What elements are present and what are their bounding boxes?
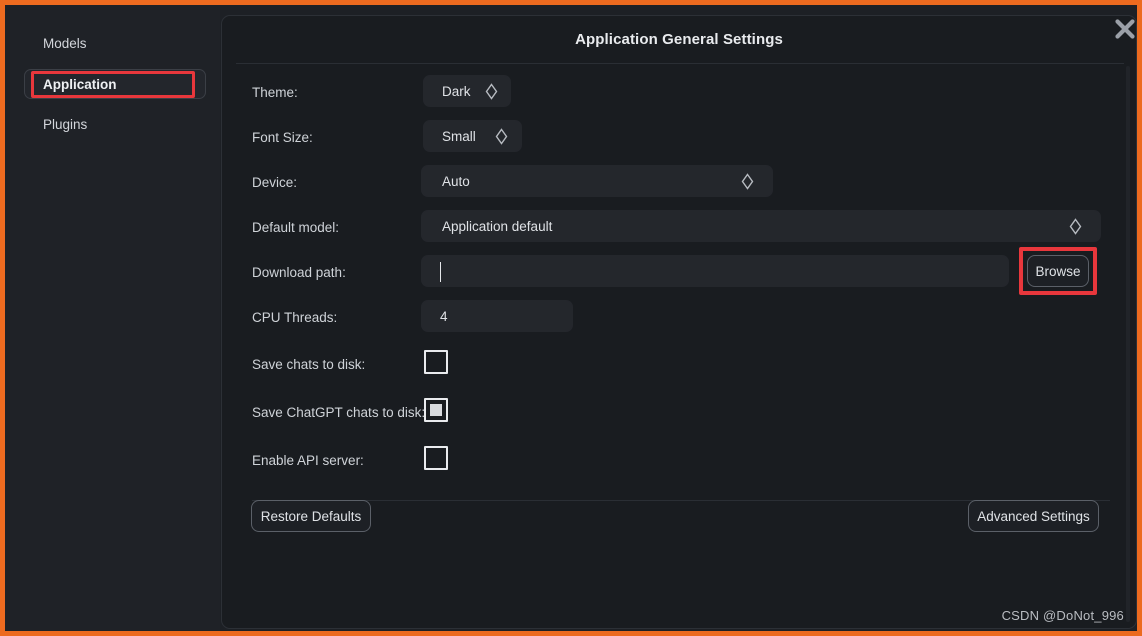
restore-defaults-label: Restore Defaults	[260, 508, 362, 524]
label-theme: Theme:	[252, 85, 298, 100]
settings-panel: Application General Settings Theme: Dark…	[221, 15, 1137, 629]
advanced-settings-label: Advanced Settings	[977, 508, 1090, 524]
text-caret	[440, 262, 441, 282]
device-value: Auto	[442, 173, 470, 189]
restore-defaults-button[interactable]: Restore Defaults	[251, 500, 371, 532]
app-window: Models Application Plugins Application G…	[0, 0, 1142, 636]
sidebar-item-label: Plugins	[43, 116, 88, 132]
chevron-updown-icon	[741, 172, 754, 190]
cpu-threads-value: 4	[440, 308, 448, 324]
chevron-updown-icon	[485, 82, 498, 100]
watermark: CSDN @DoNot_996	[1001, 608, 1124, 623]
font-size-dropdown[interactable]: Small	[423, 120, 522, 152]
label-font-size: Font Size:	[252, 130, 313, 145]
chevron-updown-icon	[1069, 217, 1082, 235]
download-path-input[interactable]	[421, 255, 1009, 287]
chevron-updown-icon	[495, 127, 508, 145]
enable-api-server-checkbox[interactable]	[424, 446, 448, 470]
save-chatgpt-chats-checkbox[interactable]	[424, 398, 448, 422]
page-title: Application General Settings	[575, 31, 783, 48]
close-icon[interactable]	[1109, 13, 1137, 45]
font-size-value: Small	[442, 128, 476, 144]
panel-scrollbar[interactable]	[1126, 66, 1130, 622]
default-model-dropdown[interactable]: Application default	[421, 210, 1101, 242]
default-model-value: Application default	[442, 218, 553, 234]
label-save-chats: Save chats to disk:	[252, 357, 366, 372]
sidebar-item-label: Models	[43, 35, 87, 51]
sidebar-item-plugins[interactable]: Plugins	[24, 109, 206, 139]
label-enable-api-server: Enable API server:	[252, 453, 364, 468]
label-cpu-threads: CPU Threads:	[252, 310, 338, 325]
sidebar-item-application[interactable]: Application	[24, 69, 206, 99]
close-glyph	[1115, 19, 1135, 39]
theme-dropdown[interactable]: Dark	[423, 75, 511, 107]
label-device: Device:	[252, 175, 298, 190]
save-chats-checkbox[interactable]	[424, 350, 448, 374]
advanced-settings-button[interactable]: Advanced Settings	[968, 500, 1099, 532]
sidebar-item-label: Application	[43, 76, 117, 92]
title-divider	[236, 63, 1124, 64]
label-save-chatgpt-chats: Save ChatGPT chats to disk:	[252, 405, 426, 420]
browse-button[interactable]: Browse	[1027, 255, 1089, 287]
cpu-threads-input[interactable]: 4	[421, 300, 573, 332]
device-dropdown[interactable]: Auto	[421, 165, 773, 197]
label-default-model: Default model:	[252, 220, 340, 235]
label-download-path: Download path:	[252, 265, 346, 280]
sidebar-item-models[interactable]: Models	[24, 28, 206, 58]
settings-sidebar: Models Application Plugins	[10, 10, 220, 631]
checkbox-fill	[430, 404, 442, 416]
browse-button-label: Browse	[1035, 263, 1081, 279]
theme-value: Dark	[442, 83, 471, 99]
